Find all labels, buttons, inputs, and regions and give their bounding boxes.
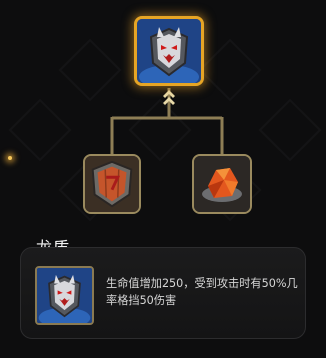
- item-slot-orange-crystal[interactable]: [192, 154, 252, 214]
- item-slot-dragon-shield[interactable]: [134, 16, 204, 86]
- wooden-shield-icon: [85, 156, 139, 212]
- orange-crystal-icon: [194, 156, 250, 212]
- dragon-shield-icon: [137, 19, 201, 83]
- item-description: 生命值增加250，受到攻击时有50%几率格挡50伤害: [106, 277, 298, 307]
- info-item-icon: [35, 266, 94, 325]
- dragon-shield-icon: [37, 268, 92, 323]
- item-slot-wooden-shield[interactable]: [83, 154, 141, 214]
